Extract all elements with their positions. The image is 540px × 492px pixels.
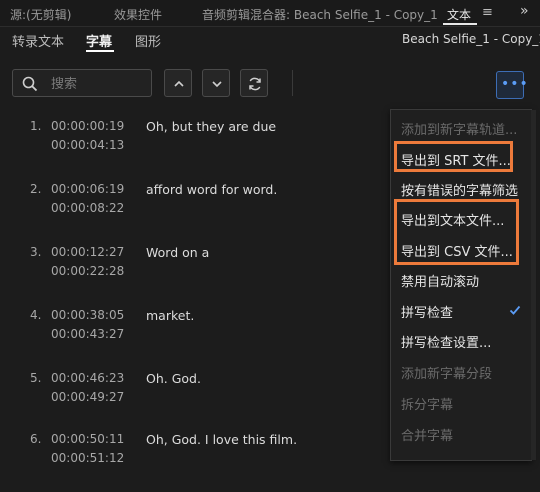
caption-in-time: 00:00:12:27 [51, 245, 125, 259]
panel-tab-bar: 源:(无剪辑) 效果控件 音频剪辑混合器: Beach Selfie_1 - C… [0, 0, 540, 27]
sequence-title: Beach Selfie_1 - Copy_1 [402, 32, 540, 46]
next-match-button[interactable] [202, 69, 230, 97]
hamburger-icon[interactable]: ≡ [482, 5, 493, 20]
highlight-box-srt [394, 141, 513, 172]
caption-out-time: 00:00:49:27 [51, 390, 125, 404]
menu-item-split-caption: 拆分字幕 [401, 398, 454, 413]
caption-in-time: 00:00:46:23 [51, 371, 125, 385]
caption-number: 3. [30, 245, 42, 259]
caption-number: 5. [30, 371, 42, 385]
caption-number: 1. [30, 119, 42, 133]
menu-item-add-segment: 添加新字幕分段 [401, 367, 493, 382]
search-input[interactable] [49, 73, 151, 95]
checkmark-icon [509, 305, 521, 315]
menu-item-add-to-new-track: 添加到新字幕轨道... [401, 123, 518, 138]
refresh-icon [249, 77, 261, 91]
caption-text[interactable]: afford word for word. [146, 182, 277, 197]
tab-captions[interactable]: 字幕 [86, 31, 112, 50]
tab-graphics[interactable]: 图形 [135, 31, 161, 50]
tab-transcript[interactable]: 转录文本 [12, 31, 64, 50]
caption-text[interactable]: market. [146, 308, 194, 323]
caption-out-time: 00:00:51:12 [51, 451, 125, 465]
caption-row[interactable]: 3. 00:00:12:27 00:00:22:28 Word on a [0, 245, 400, 305]
menu-item-spell-check[interactable]: 拼写检查 [401, 302, 453, 321]
caption-number: 6. [30, 432, 42, 446]
caption-out-time: 00:00:08:22 [51, 201, 125, 215]
chevron-up-icon [174, 80, 184, 87]
menu-item-disable-autoscroll[interactable]: 禁用自动滚动 [401, 271, 479, 290]
active-tab-underline [443, 23, 477, 25]
caption-row[interactable]: 4. 00:00:38:05 00:00:43:27 market. [0, 308, 400, 368]
caption-in-time: 00:00:00:19 [51, 119, 125, 133]
search-icon [22, 76, 38, 92]
toolbar-divider [292, 70, 293, 96]
caption-number: 2. [30, 182, 42, 196]
caption-row[interactable]: 2. 00:00:06:19 00:00:08:22 afford word f… [0, 182, 400, 242]
caption-row[interactable]: 5. 00:00:46:23 00:00:49:27 Oh. God. [0, 371, 400, 431]
menu-item-merge-captions: 合并字幕 [401, 429, 454, 444]
caption-number: 4. [30, 308, 42, 322]
menu-item-spell-check-settings[interactable]: 拼写检查设置... [401, 332, 491, 351]
ellipsis-icon: ••• [501, 76, 529, 92]
caption-out-time: 00:00:43:27 [51, 327, 125, 341]
more-options-button[interactable]: ••• [496, 71, 528, 99]
chevron-down-icon [212, 81, 222, 88]
caption-out-time: 00:00:04:13 [51, 138, 125, 152]
caption-row[interactable]: 1. 00:00:00:19 00:00:04:13 Oh, but they … [0, 119, 400, 179]
tab-source[interactable]: 源:(无剪辑) [10, 6, 71, 23]
menu-item-filter-errors[interactable]: 按有错误的字幕筛选 [401, 180, 518, 199]
caption-text[interactable]: Oh. God. [146, 371, 201, 386]
caption-text[interactable]: Oh, but they are due [146, 119, 276, 134]
active-subtab-underline [86, 50, 114, 52]
search-field[interactable] [12, 69, 152, 97]
caption-in-time: 00:00:50:11 [51, 432, 125, 446]
caption-row[interactable]: 6. 00:00:50:11 00:00:51:12 Oh, God. I lo… [0, 432, 400, 492]
tab-text[interactable]: 文本 [447, 6, 471, 23]
double-chevron-right-icon[interactable]: » [520, 3, 529, 19]
highlight-box-text-csv [394, 199, 519, 265]
prev-match-button[interactable] [164, 69, 192, 97]
replace-button[interactable] [240, 69, 268, 97]
tab-audio-clip-mixer[interactable]: 音频剪辑混合器: Beach Selfie_1 - Copy_1 [202, 6, 438, 23]
caption-in-time: 00:00:06:19 [51, 182, 125, 196]
tab-effect-controls[interactable]: 效果控件 [114, 6, 162, 23]
scrollbar[interactable] [531, 110, 536, 460]
caption-text[interactable]: Word on a [146, 245, 209, 260]
caption-in-time: 00:00:38:05 [51, 308, 125, 322]
caption-text[interactable]: Oh, God. I love this film. [146, 432, 297, 447]
caption-out-time: 00:00:22:28 [51, 264, 125, 278]
